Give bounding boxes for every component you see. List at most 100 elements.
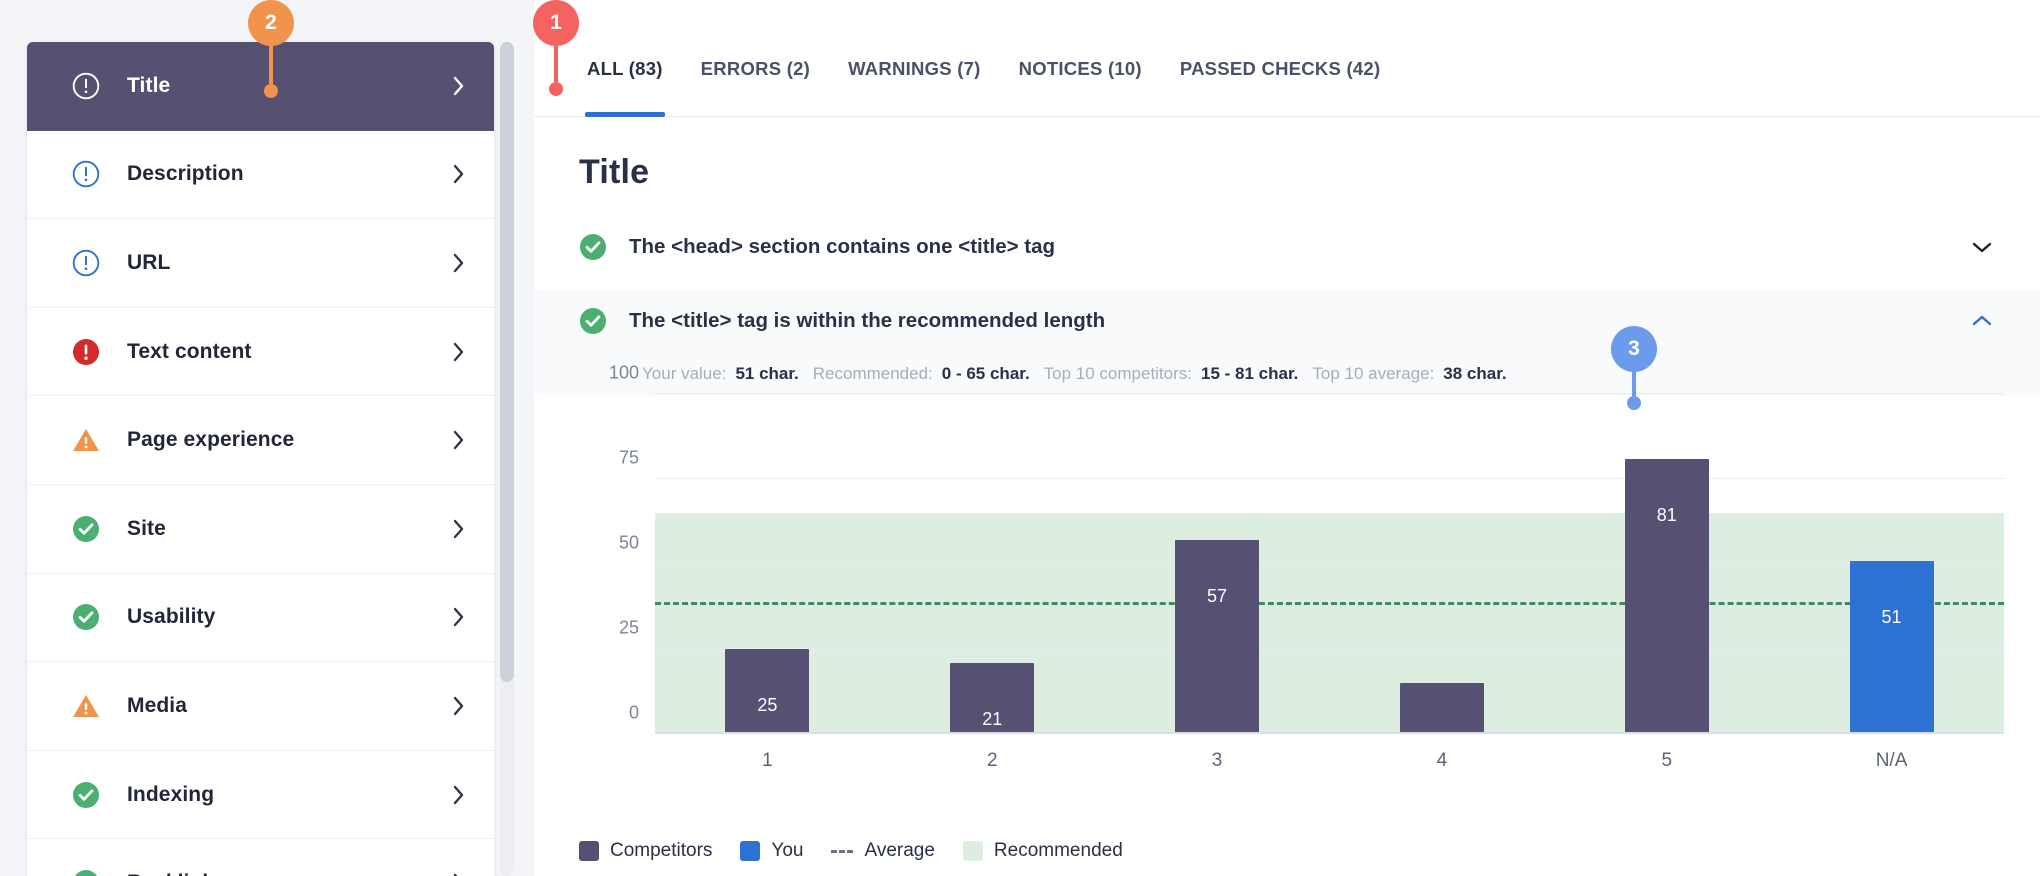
competitor-length-chart: 0 25 50 75 100 25 1 21 2 57 3 15 4 81 5 51 N/A bbox=[579, 363, 2004, 780]
sidebar-item-backlinks[interactable]: Backlinks bbox=[27, 839, 494, 876]
sidebar-item-site[interactable]: Site bbox=[27, 484, 494, 574]
filter-tabbar: ALL (83) ERRORS (2) WARNINGS (7) NOTICES (1… bbox=[534, 0, 2040, 117]
chevron-right-icon bbox=[452, 695, 466, 717]
chevron-right-icon bbox=[452, 606, 466, 628]
warning-triangle-icon bbox=[71, 691, 101, 721]
chart-bar[interactable]: 81 bbox=[1624, 458, 1709, 734]
sidebar-item-url[interactable]: URL bbox=[27, 219, 494, 308]
x-axis-tick-label: N/A bbox=[1875, 750, 1908, 771]
legend-label: Competitors bbox=[610, 840, 713, 861]
bar-value-label: 21 bbox=[982, 708, 1003, 729]
tab-errors-2[interactable]: ERRORS (2) bbox=[682, 0, 829, 117]
legend-color-swatch bbox=[579, 841, 599, 861]
sidebar-item-label: URL bbox=[127, 250, 171, 274]
sidebar-item-media[interactable]: Media bbox=[27, 662, 494, 751]
legend-label: Recommended bbox=[993, 840, 1123, 861]
check-circle-icon bbox=[71, 602, 101, 632]
checks-list: The <head> section contains one <title> … bbox=[534, 216, 2040, 396]
legend-item: Competitors bbox=[579, 840, 712, 862]
sidebar-item-label: Usability bbox=[127, 605, 216, 629]
chart-bars: 25 1 21 2 57 3 15 4 81 5 51 N/A bbox=[655, 394, 2004, 771]
tab-all-83[interactable]: ALL (83) bbox=[568, 0, 682, 117]
chevron-right-icon bbox=[452, 429, 466, 451]
chart-bar[interactable]: 57 bbox=[1175, 540, 1260, 734]
exclamation-circle-icon bbox=[71, 159, 101, 189]
sidebar-item-label: Backlinks bbox=[127, 871, 452, 876]
y-axis-tick-label: 25 bbox=[618, 617, 639, 638]
chart-baseline-axis bbox=[655, 732, 2004, 734]
legend-label: You bbox=[771, 840, 804, 861]
main-content-panel: ALL (83) ERRORS (2) WARNINGS (7) NOTICES (1… bbox=[534, 0, 2040, 876]
x-axis-tick-label: 2 bbox=[986, 750, 998, 771]
legend-dash-swatch bbox=[831, 849, 854, 853]
sidebar-item-label: Title bbox=[127, 74, 171, 98]
sidebar-item-usability[interactable]: Usability bbox=[27, 573, 494, 663]
x-axis-tick-label: 3 bbox=[1211, 750, 1223, 771]
sidebar-item-label: Description bbox=[127, 162, 244, 186]
bar-slot: 25 1 bbox=[655, 394, 880, 771]
chevron-up-icon[interactable] bbox=[1969, 308, 1995, 334]
legend-label: Average bbox=[864, 840, 935, 861]
chart-plot-area: 0 25 50 75 100 25 1 21 2 57 3 15 4 81 5 51 N/A bbox=[609, 363, 2004, 771]
sidebar-item-indexing[interactable]: Indexing bbox=[27, 750, 494, 840]
y-axis-tick-label: 50 bbox=[618, 532, 639, 553]
x-axis-tick-label: 4 bbox=[1436, 750, 1448, 771]
bar-slot: 57 3 bbox=[1105, 394, 1330, 771]
y-axis-tick-label: 0 bbox=[628, 702, 639, 723]
bar-slot: 51 N/A bbox=[1779, 394, 2004, 771]
sidebar-scrollbar-thumb[interactable] bbox=[500, 42, 514, 682]
tab-passed-checks-42[interactable]: PASSED CHECKS (42) bbox=[1161, 0, 1400, 117]
sidebar-item-text-content[interactable]: Text content bbox=[27, 307, 494, 397]
y-axis-tick-label: 75 bbox=[618, 447, 639, 468]
category-sidebar: Title Description URL Text content Page expe… bbox=[27, 42, 494, 876]
x-axis-tick-label: 1 bbox=[762, 750, 773, 771]
legend-item: Average bbox=[831, 840, 935, 862]
check-row[interactable]: The <title> tag is within the recommende… bbox=[534, 290, 2040, 352]
check-circle-icon bbox=[71, 514, 101, 544]
tab-notices-10[interactable]: NOTICES (10) bbox=[1000, 0, 1161, 117]
chart-legend: Competitors You Average Recommended bbox=[579, 840, 1140, 862]
check-circle-icon bbox=[71, 780, 101, 810]
exclamation-circle-icon bbox=[71, 337, 101, 367]
chevron-right-icon bbox=[452, 75, 466, 97]
check-label: The <title> tag is within the recommende… bbox=[629, 309, 1106, 332]
bar-value-label: 25 bbox=[757, 695, 778, 715]
sidebar-item-label: Site bbox=[127, 516, 166, 540]
sidebar-item-title[interactable]: Title bbox=[27, 42, 494, 131]
sidebar-item-label: Media bbox=[127, 693, 188, 717]
legend-item: Recommended bbox=[962, 840, 1123, 862]
exclamation-circle-icon bbox=[71, 71, 101, 101]
chart-bar[interactable]: 51 bbox=[1849, 560, 1934, 734]
page-title: Title bbox=[579, 153, 650, 191]
x-axis-tick-label: 5 bbox=[1661, 750, 1673, 771]
bar-slot: 81 5 bbox=[1554, 394, 1779, 771]
check-label: The <head> section contains one <title> … bbox=[629, 235, 1056, 258]
check-circle-icon bbox=[579, 233, 607, 261]
sidebar-item-label: Page experience bbox=[127, 428, 295, 452]
exclamation-circle-icon bbox=[71, 248, 101, 278]
chart-bar[interactable]: 25 bbox=[725, 649, 810, 734]
sidebar-item-description[interactable]: Description bbox=[27, 130, 494, 220]
chevron-down-icon[interactable] bbox=[1969, 234, 1995, 260]
bar-slot: 15 4 bbox=[1329, 394, 1554, 771]
bar-value-label: 81 bbox=[1656, 504, 1677, 525]
check-row[interactable]: The <head> section contains one <title> … bbox=[534, 216, 2040, 278]
check-circle-icon bbox=[579, 307, 607, 335]
chart-bar[interactable]: 15 bbox=[1399, 683, 1484, 749]
chart-bar[interactable]: 21 bbox=[950, 662, 1035, 734]
chevron-right-icon bbox=[452, 163, 466, 185]
bar-slot: 21 2 bbox=[880, 394, 1105, 771]
chevron-right-icon bbox=[452, 784, 466, 806]
sidebar-item-label: Indexing bbox=[127, 782, 215, 806]
check-circle-icon bbox=[71, 868, 101, 876]
bar-value-label: 51 bbox=[1881, 606, 1902, 627]
sidebar-item-label: Text content bbox=[127, 339, 252, 363]
bar-value-label: 57 bbox=[1207, 586, 1228, 607]
tab-warnings-7[interactable]: WARNINGS (7) bbox=[829, 0, 1000, 117]
legend-item: You bbox=[740, 840, 803, 862]
legend-color-swatch bbox=[962, 841, 983, 861]
y-axis-tick-label: 100 bbox=[608, 362, 639, 383]
sidebar-item-page-experience[interactable]: Page experience bbox=[27, 396, 494, 485]
chevron-right-icon bbox=[452, 872, 466, 876]
chevron-right-icon bbox=[452, 518, 466, 540]
